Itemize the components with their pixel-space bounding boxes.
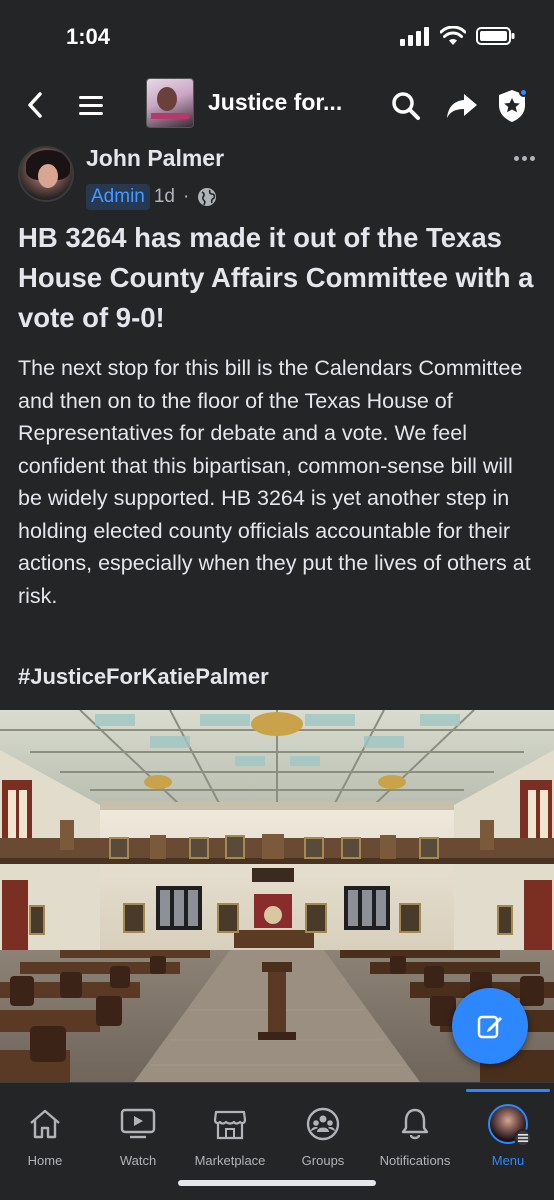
- post-body: The next stop for this bill is the Calen…: [18, 356, 531, 608]
- group-cover-thumbnail[interactable]: [146, 78, 194, 128]
- tab-label: Notifications: [379, 1153, 451, 1168]
- battery-icon: [476, 27, 515, 45]
- tab-home[interactable]: Home: [14, 1083, 76, 1173]
- post-headline: HB 3264 has made it out of the Texas Hou…: [18, 222, 534, 333]
- group-navbar: Justice for...: [0, 72, 554, 140]
- notification-dot: [519, 88, 528, 97]
- globe-icon: [198, 188, 217, 206]
- tab-label: Marketplace: [194, 1153, 266, 1168]
- dot: [529, 155, 535, 161]
- tab-label: Home: [27, 1153, 63, 1168]
- share-icon: [447, 94, 477, 118]
- wifi-icon: [440, 26, 466, 45]
- dot: [513, 155, 519, 161]
- tab-notifications[interactable]: Notifications: [372, 1083, 458, 1173]
- compose-post-button[interactable]: [452, 988, 528, 1064]
- home-icon: [30, 1109, 60, 1139]
- signal-icon: [400, 27, 429, 46]
- menu-button[interactable]: [74, 88, 108, 122]
- dot: [521, 155, 527, 161]
- post-time[interactable]: 1d: [154, 186, 175, 208]
- tab-label: Watch: [119, 1153, 157, 1168]
- marketplace-icon: [213, 1110, 247, 1140]
- back-chevron-icon: [28, 92, 42, 118]
- admin-tools-button[interactable]: [492, 86, 532, 126]
- groups-icon: [306, 1107, 340, 1141]
- tab-watch[interactable]: Watch: [106, 1083, 170, 1173]
- post-meta: Admin 1d ·: [86, 184, 217, 210]
- tab-marketplace[interactable]: Marketplace: [190, 1083, 270, 1173]
- back-button[interactable]: [18, 88, 52, 122]
- menu-icon: [79, 96, 103, 115]
- group-title[interactable]: Justice for...: [208, 89, 342, 116]
- edit-icon: [477, 1015, 502, 1039]
- home-indicator: [178, 1180, 376, 1186]
- watch-icon: [120, 1108, 156, 1139]
- status-icons: [400, 26, 516, 46]
- meta-separator: ·: [183, 186, 190, 207]
- share-button[interactable]: [444, 88, 480, 124]
- author-avatar[interactable]: [18, 146, 74, 202]
- post-options-button[interactable]: [510, 146, 538, 170]
- search-button[interactable]: [388, 88, 424, 124]
- status-time: 1:04: [66, 24, 111, 49]
- post-hashtag-link[interactable]: #JusticeForKatiePalmer: [18, 664, 269, 690]
- status-bar: 1:04: [0, 0, 554, 72]
- menu-badge-icon: [514, 1129, 532, 1147]
- tab-groups[interactable]: Groups: [292, 1083, 354, 1173]
- author-name[interactable]: John Palmer: [86, 145, 224, 172]
- tab-label: Groups: [301, 1153, 345, 1168]
- search-icon: [392, 92, 420, 120]
- tab-menu[interactable]: Menu: [478, 1083, 538, 1173]
- tab-label: Menu: [491, 1153, 525, 1168]
- admin-badge: Admin: [86, 184, 150, 210]
- bell-icon: [401, 1108, 429, 1140]
